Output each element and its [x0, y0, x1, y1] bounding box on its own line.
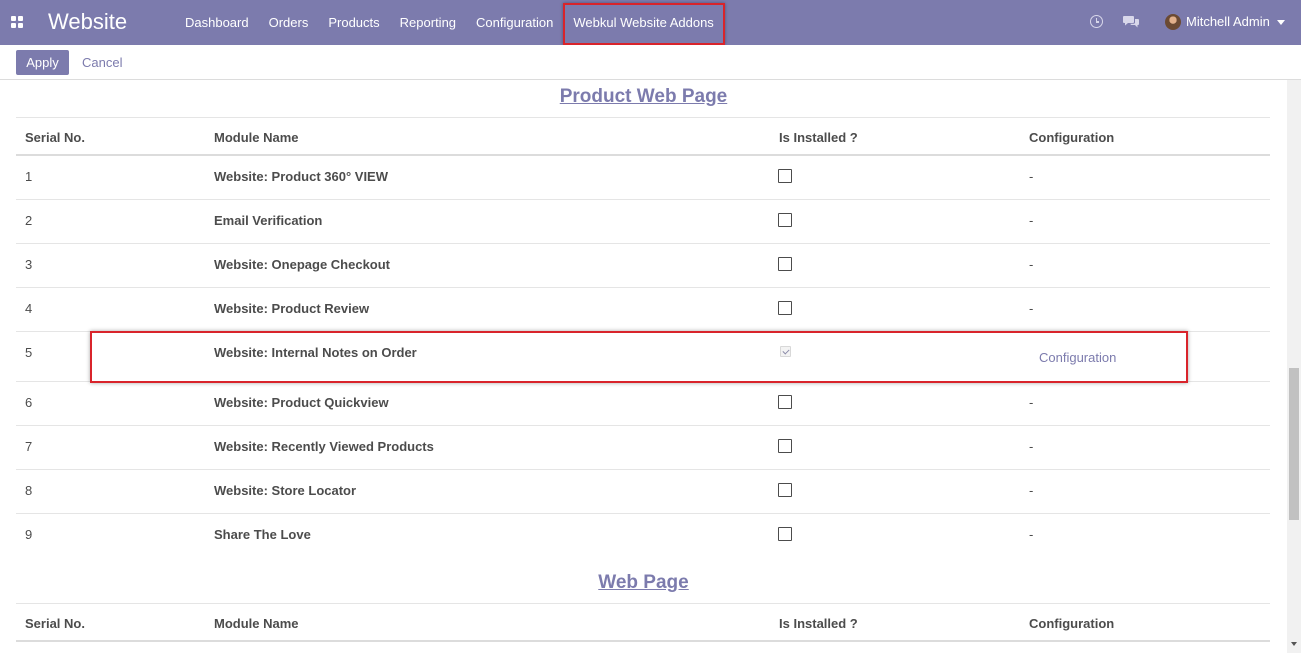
- table-row: 6 Website: Product Quickview -: [16, 382, 1270, 426]
- configuration-cell: -: [1029, 213, 1034, 228]
- cancel-button[interactable]: Cancel: [82, 55, 122, 70]
- top-navbar: Website Dashboard Orders Products Report…: [0, 0, 1301, 45]
- apply-button[interactable]: Apply: [16, 50, 69, 75]
- column-serial-no: Serial No.: [25, 130, 85, 145]
- apps-menu-icon[interactable]: [11, 16, 23, 28]
- table-row: 3 Website: Onepage Checkout -: [16, 244, 1270, 288]
- menu-dashboard[interactable]: Dashboard: [175, 0, 259, 45]
- user-avatar[interactable]: [1165, 14, 1181, 30]
- user-menu[interactable]: Mitchell Admin: [1186, 14, 1270, 29]
- configuration-cell: -: [1029, 527, 1034, 542]
- module-name-cell: Website: Internal Notes on Order: [214, 345, 417, 360]
- main-menu: Dashboard Orders Products Reporting Conf…: [175, 0, 724, 45]
- menu-orders[interactable]: Orders: [259, 0, 319, 45]
- serial-cell: 5: [25, 345, 33, 360]
- serial-cell: 6: [25, 395, 33, 410]
- table-row: 2 Email Verification -: [16, 200, 1270, 244]
- installed-checkbox[interactable]: [778, 213, 792, 227]
- column-module-name: Module Name: [214, 130, 299, 145]
- module-name-cell: Website: Store Locator: [214, 483, 357, 498]
- scrollbar-thumb[interactable]: [1289, 368, 1299, 520]
- table-header: Serial No. Module Name Is Installed ? Co…: [16, 117, 1270, 156]
- menu-webkul-website-addons[interactable]: Webkul Website Addons: [563, 0, 723, 45]
- installed-checkbox[interactable]: [778, 257, 792, 271]
- chevron-down-icon[interactable]: [1277, 20, 1285, 25]
- app-title: Website: [48, 9, 128, 34]
- installed-checkbox[interactable]: [778, 439, 792, 453]
- column-configuration: Configuration: [1029, 616, 1115, 631]
- table-row: 5 Website: Internal Notes on Order Confi…: [16, 332, 1270, 382]
- section-title-web-page: Web Page: [598, 572, 689, 593]
- table-row: 7 Website: Recently Viewed Products -: [16, 426, 1270, 470]
- configuration-cell: -: [1029, 439, 1034, 454]
- serial-cell: 7: [25, 439, 33, 454]
- menu-reporting[interactable]: Reporting: [390, 0, 466, 45]
- section-title-product-web-page: Product Web Page: [559, 86, 728, 107]
- installed-checkbox[interactable]: [778, 301, 792, 315]
- module-name-cell: Website: Recently Viewed Products: [214, 439, 434, 454]
- serial-cell: 1: [25, 169, 33, 184]
- chat-icon[interactable]: [1123, 15, 1140, 29]
- scroll-down-arrow-icon[interactable]: [1291, 642, 1297, 646]
- module-name-cell: Share The Love: [214, 527, 311, 542]
- table-header: Serial No. Module Name Is Installed ? Co…: [16, 603, 1270, 642]
- table-row: 1 Website: Product 360° VIEW -: [16, 156, 1270, 200]
- installed-checkbox[interactable]: [778, 395, 792, 409]
- column-is-installed: Is Installed ?: [779, 130, 858, 145]
- module-name-cell: Email Verification: [214, 213, 323, 228]
- table-row: 4 Website: Product Review -: [16, 288, 1270, 332]
- configuration-cell: -: [1029, 483, 1034, 498]
- module-name-cell: Website: Product Quickview: [214, 395, 389, 410]
- column-serial-no: Serial No.: [25, 616, 85, 631]
- module-name-cell: Website: Onepage Checkout: [214, 257, 391, 272]
- menu-configuration[interactable]: Configuration: [466, 0, 563, 45]
- installed-checkbox[interactable]: [780, 346, 791, 357]
- configuration-cell: -: [1029, 169, 1034, 184]
- column-is-installed: Is Installed ?: [779, 616, 858, 631]
- serial-cell: 8: [25, 483, 33, 498]
- control-panel: Apply Cancel: [0, 45, 1301, 80]
- installed-checkbox[interactable]: [778, 527, 792, 541]
- vertical-scrollbar[interactable]: [1287, 80, 1301, 653]
- installed-checkbox[interactable]: [778, 483, 792, 497]
- configuration-link[interactable]: Configuration: [1039, 350, 1116, 365]
- configuration-cell: -: [1029, 257, 1034, 272]
- serial-cell: 2: [25, 213, 33, 228]
- module-name-cell: Website: Product 360° VIEW: [214, 169, 388, 184]
- module-name-cell: Website: Product Review: [214, 301, 370, 316]
- table-row: 8 Website: Store Locator -: [16, 470, 1270, 514]
- configuration-cell: -: [1029, 395, 1034, 410]
- activity-clock-icon[interactable]: [1090, 15, 1103, 28]
- column-configuration: Configuration: [1029, 130, 1115, 145]
- table-row: 9 Share The Love -: [16, 514, 1270, 558]
- column-module-name: Module Name: [214, 616, 299, 631]
- serial-cell: 3: [25, 257, 33, 272]
- serial-cell: 9: [25, 527, 33, 542]
- installed-checkbox[interactable]: [778, 169, 792, 183]
- settings-content: Product Web Page Serial No. Module Name …: [0, 80, 1287, 653]
- menu-products[interactable]: Products: [318, 0, 389, 45]
- configuration-cell: -: [1029, 301, 1034, 316]
- serial-cell: 4: [25, 301, 33, 316]
